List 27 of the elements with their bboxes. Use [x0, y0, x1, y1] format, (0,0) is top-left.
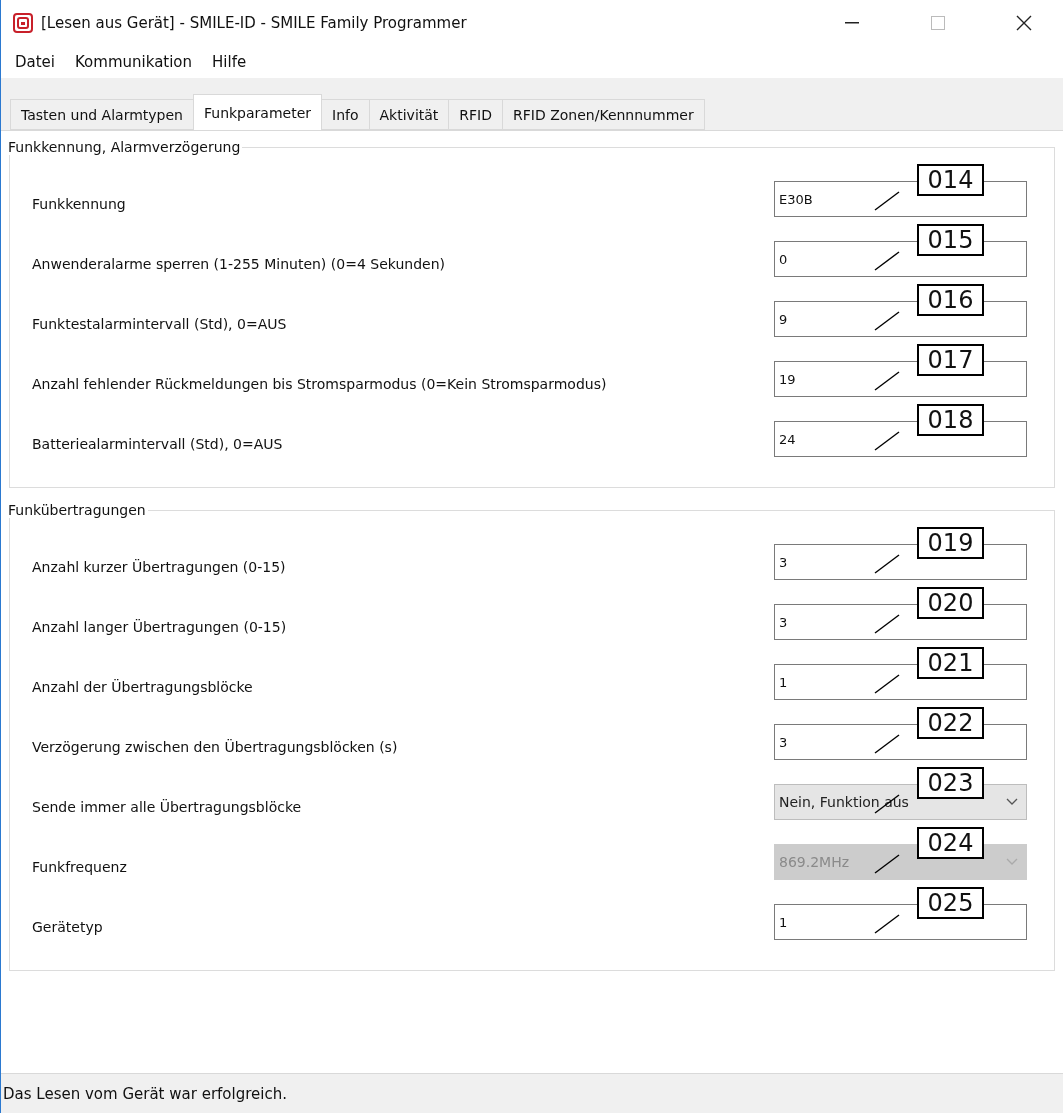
field-label: Anzahl der Übertragungsblöcke — [32, 678, 254, 695]
field-label: Anzahl kurzer Übertragungen (0-15) — [32, 558, 287, 575]
callout-tooltip: 015 — [917, 224, 984, 256]
field-label: Anwenderalarme sperren (1-255 Minuten) (0=4 Sekunden) — [32, 255, 446, 272]
callout-tooltip: 024 — [917, 827, 984, 859]
group-title: Funkübertragungen — [7, 502, 147, 518]
callout-tooltip: 023 — [917, 767, 984, 799]
group-title: Funkkennung, Alarmverzögerung — [7, 139, 242, 155]
field-label: Funkkennung — [32, 195, 127, 212]
callout-tooltip: 016 — [917, 284, 984, 316]
window-title: [Lesen aus Gerät] - SMILE-ID - SMILE Family Programmer — [41, 14, 468, 32]
callout-tooltip: 017 — [917, 344, 984, 376]
callout-tooltip: 018 — [917, 404, 984, 436]
callout-tooltip: 022 — [917, 707, 984, 739]
callout-tooltip: 020 — [917, 587, 984, 619]
callout-tooltip: 014 — [917, 164, 984, 196]
field-label: Verzögerung zwischen den Übertragungsblöcken (s) — [32, 738, 399, 755]
field-label: Anzahl langer Übertragungen (0-15) — [32, 618, 288, 635]
field-label: Sende immer alle Übertragungsblöcke — [32, 798, 303, 815]
field-label: Funktestalarmintervall (Std), 0=AUS — [32, 315, 288, 332]
field-label: Batteriealarmintervall (Std), 0=AUS — [32, 435, 284, 452]
callout-tooltip: 021 — [917, 647, 984, 679]
field-label: Anzahl fehlender Rückmeldungen bis Stromsparmodus (0=Kein Stromsparmodus) — [32, 375, 608, 392]
callout-tooltip: 025 — [917, 887, 984, 919]
callout-tooltip: 019 — [917, 527, 984, 559]
field-label: Funkfrequenz — [32, 858, 128, 875]
field-label: Gerätetyp — [32, 918, 104, 935]
